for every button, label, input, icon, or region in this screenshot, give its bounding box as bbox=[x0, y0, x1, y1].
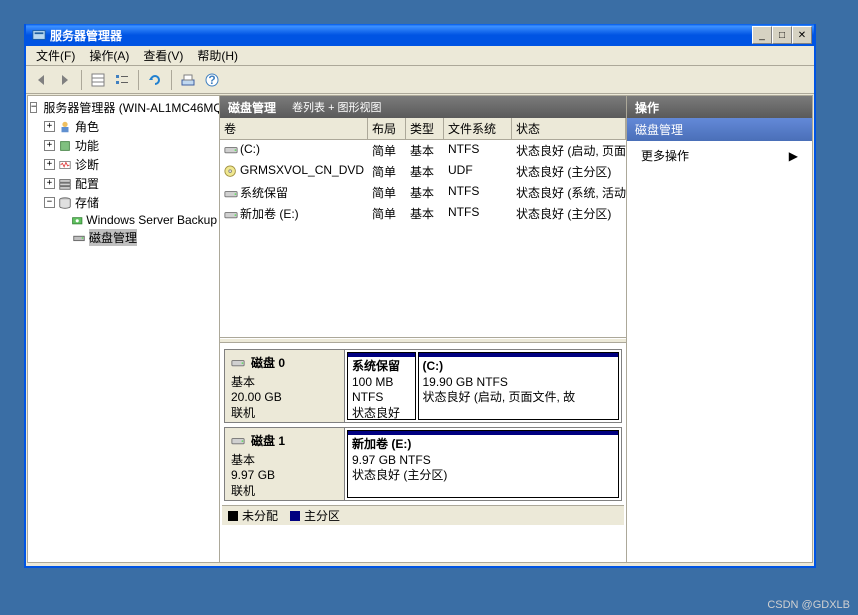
hdd-icon bbox=[224, 144, 238, 156]
tree-root[interactable]: − 服务器管理器 (WIN-AL1MC46MQS bbox=[30, 98, 217, 117]
legend-primary: 主分区 bbox=[290, 507, 340, 524]
collapse-icon[interactable]: − bbox=[44, 197, 55, 208]
hdd-icon bbox=[224, 188, 238, 200]
tree-diskmgmt[interactable]: 磁盘管理 bbox=[30, 228, 217, 247]
tree-features[interactable]: + 功能 bbox=[30, 136, 217, 155]
disk-mgmt-icon bbox=[72, 231, 86, 245]
disk-info: 磁盘 0基本20.00 GB联机 bbox=[225, 350, 345, 422]
expand-icon[interactable]: + bbox=[44, 159, 55, 170]
tree-wsb[interactable]: Windows Server Backup bbox=[30, 212, 217, 228]
hdd-icon bbox=[231, 357, 245, 369]
dvd-icon bbox=[224, 165, 238, 177]
sheet-icon bbox=[90, 72, 106, 88]
help-button[interactable]: ? bbox=[201, 69, 223, 91]
col-type[interactable]: 类型 bbox=[406, 118, 444, 139]
storage-icon bbox=[58, 196, 72, 210]
volume-row[interactable]: GRMSXVOL_CN_DVD (D:)简单基本UDF状态良好 (主分区) bbox=[220, 161, 626, 182]
close-button[interactable]: ✕ bbox=[792, 26, 812, 44]
list-icon bbox=[114, 72, 130, 88]
app-icon bbox=[32, 28, 46, 42]
features-icon bbox=[58, 139, 72, 153]
expand-icon[interactable]: + bbox=[44, 178, 55, 189]
hdd-icon bbox=[224, 209, 238, 221]
toolbar-button-1[interactable] bbox=[87, 69, 109, 91]
detail-subtitle: 卷列表 + 图形视图 bbox=[292, 99, 382, 115]
config-icon bbox=[58, 177, 72, 191]
window-title: 服务器管理器 bbox=[50, 27, 752, 44]
content-area: − 服务器管理器 (WIN-AL1MC46MQS + 角色 + 功能 + 诊断 … bbox=[27, 95, 813, 563]
toolbar: ? bbox=[26, 66, 814, 94]
hdd-icon bbox=[231, 435, 245, 447]
roles-icon bbox=[58, 120, 72, 134]
disk-graphical-view[interactable]: 磁盘 0基本20.00 GB联机系统保留100 MB NTFS状态良好 (系(C… bbox=[220, 343, 626, 562]
legend: 未分配 主分区 bbox=[222, 505, 624, 525]
volume-row[interactable]: 新加卷 (E:)简单基本NTFS状态良好 (主分区) bbox=[220, 203, 626, 224]
toolbar-button-2[interactable] bbox=[111, 69, 133, 91]
separator bbox=[171, 70, 172, 90]
separator bbox=[81, 70, 82, 90]
disk-row[interactable]: 磁盘 0基本20.00 GB联机系统保留100 MB NTFS状态良好 (系(C… bbox=[224, 349, 622, 423]
legend-unallocated: 未分配 bbox=[228, 507, 278, 524]
detail-title: 磁盘管理 bbox=[228, 99, 276, 116]
actions-header: 操作 bbox=[627, 96, 812, 118]
tree-roles[interactable]: + 角色 bbox=[30, 117, 217, 136]
titlebar[interactable]: 服务器管理器 _ □ ✕ bbox=[26, 24, 814, 46]
action-more[interactable]: 更多操作 ▶ bbox=[627, 141, 812, 170]
partition[interactable]: 新加卷 (E:)9.97 GB NTFS状态良好 (主分区) bbox=[347, 430, 619, 498]
menu-help[interactable]: 帮助(H) bbox=[191, 45, 244, 66]
collapse-icon[interactable]: − bbox=[30, 102, 37, 113]
menu-file[interactable]: 文件(F) bbox=[30, 45, 81, 66]
backup-icon bbox=[71, 213, 83, 227]
nav-forward-button[interactable] bbox=[54, 69, 76, 91]
col-layout[interactable]: 布局 bbox=[368, 118, 406, 139]
volume-list[interactable]: 卷 布局 类型 文件系统 状态 (C:)简单基本NTFS状态良好 (启动, 页面… bbox=[220, 118, 626, 338]
refresh-icon bbox=[147, 72, 163, 88]
svg-text:?: ? bbox=[208, 73, 215, 87]
diag-icon bbox=[58, 158, 72, 172]
toolbar-button-3[interactable] bbox=[177, 69, 199, 91]
chevron-right-icon: ▶ bbox=[789, 149, 798, 163]
expand-icon[interactable]: + bbox=[44, 121, 55, 132]
menubar: 文件(F) 操作(A) 查看(V) 帮助(H) bbox=[26, 46, 814, 66]
minimize-button[interactable]: _ bbox=[752, 26, 772, 44]
watermark: CSDN @GDXLB bbox=[767, 599, 850, 611]
tree-diagnostics[interactable]: + 诊断 bbox=[30, 155, 217, 174]
disk-info: 磁盘 1基本9.97 GB联机 bbox=[225, 428, 345, 500]
maximize-button[interactable]: □ bbox=[772, 26, 792, 44]
partition[interactable]: 系统保留100 MB NTFS状态良好 (系 bbox=[347, 352, 416, 420]
main-window: 服务器管理器 _ □ ✕ 文件(F) 操作(A) 查看(V) 帮助(H) ? −… bbox=[24, 24, 816, 568]
detail-panel: 磁盘管理 卷列表 + 图形视图 卷 布局 类型 文件系统 状态 (C:)简单基本… bbox=[220, 96, 626, 562]
col-fs[interactable]: 文件系统 bbox=[444, 118, 512, 139]
col-volume[interactable]: 卷 bbox=[220, 118, 368, 139]
actions-section: 磁盘管理 bbox=[627, 118, 812, 141]
menu-view[interactable]: 查看(V) bbox=[137, 45, 189, 66]
refresh-button[interactable] bbox=[144, 69, 166, 91]
volume-row[interactable]: 系统保留简单基本NTFS状态良好 (系统, 活动, 主 bbox=[220, 182, 626, 203]
tree-storage[interactable]: − 存储 bbox=[30, 193, 217, 212]
separator bbox=[138, 70, 139, 90]
actions-panel: 操作 磁盘管理 更多操作 ▶ bbox=[626, 96, 812, 562]
expand-icon[interactable]: + bbox=[44, 140, 55, 151]
volume-row[interactable]: (C:)简单基本NTFS状态良好 (启动, 页面文件 bbox=[220, 140, 626, 161]
disk-row[interactable]: 磁盘 1基本9.97 GB联机新加卷 (E:)9.97 GB NTFS状态良好 … bbox=[224, 427, 622, 501]
navigation-tree[interactable]: − 服务器管理器 (WIN-AL1MC46MQS + 角色 + 功能 + 诊断 … bbox=[28, 96, 220, 562]
help-icon: ? bbox=[204, 72, 220, 88]
col-status[interactable]: 状态 bbox=[512, 118, 626, 139]
nav-back-button[interactable] bbox=[30, 69, 52, 91]
detail-header: 磁盘管理 卷列表 + 图形视图 bbox=[220, 96, 626, 118]
tree-config[interactable]: + 配置 bbox=[30, 174, 217, 193]
view-icon bbox=[180, 72, 196, 88]
volume-list-header[interactable]: 卷 布局 类型 文件系统 状态 bbox=[220, 118, 626, 140]
disk-partitions: 系统保留100 MB NTFS状态良好 (系(C:)19.90 GB NTFS状… bbox=[345, 350, 621, 422]
partition[interactable]: (C:)19.90 GB NTFS状态良好 (启动, 页面文件, 故 bbox=[418, 352, 620, 420]
disk-partitions: 新加卷 (E:)9.97 GB NTFS状态良好 (主分区) bbox=[345, 428, 621, 500]
menu-action[interactable]: 操作(A) bbox=[83, 45, 135, 66]
